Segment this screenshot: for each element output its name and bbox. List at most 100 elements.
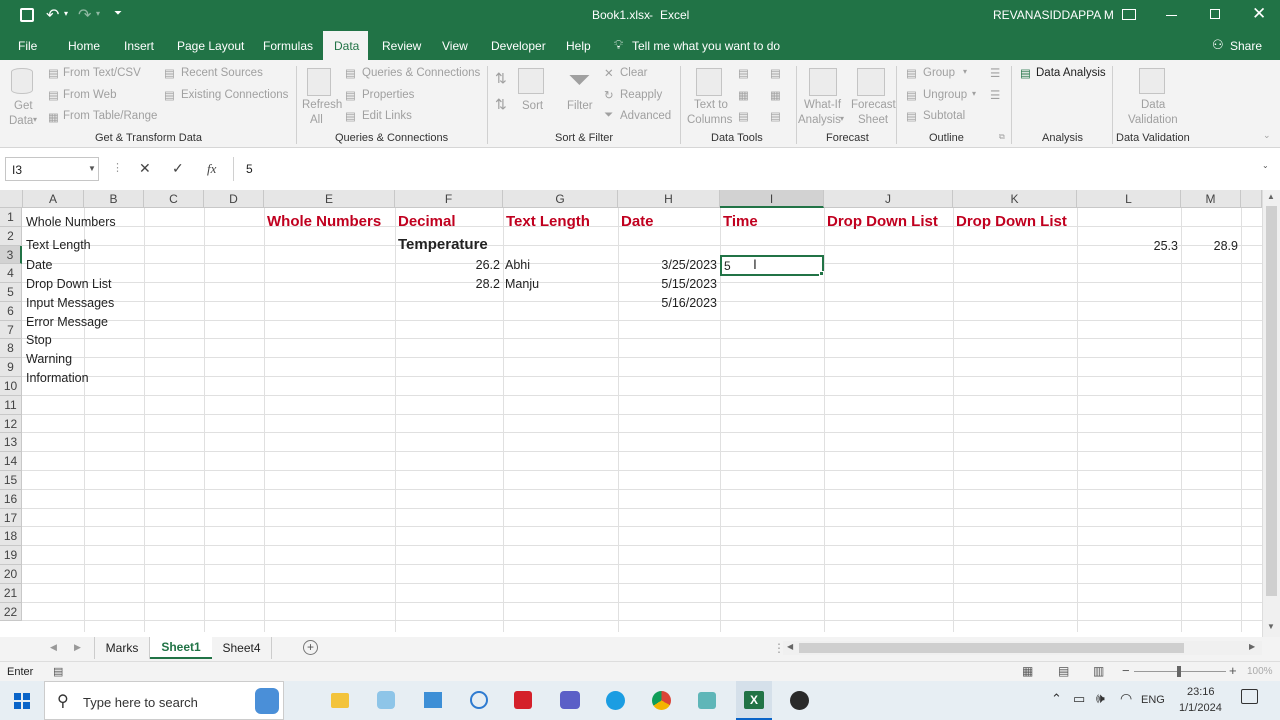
cell-g4[interactable]: Manju — [505, 277, 539, 291]
get-data-button[interactable]: Get — [14, 100, 33, 112]
zoom-out-icon[interactable]: − — [1122, 663, 1130, 678]
cell-a9[interactable]: Information — [26, 371, 89, 385]
cell-a1[interactable]: Whole Numbers — [26, 215, 116, 229]
data-validation-button-line2[interactable]: Validation — [1128, 114, 1178, 126]
column-header-a[interactable]: A — [23, 190, 84, 208]
clock-date[interactable]: 1/1/2024 — [1179, 702, 1222, 714]
row-header-20[interactable]: 20 — [0, 565, 22, 584]
remove-duplicates-icon[interactable]: ▦ — [738, 88, 749, 102]
clear-button[interactable]: Clear — [620, 67, 647, 79]
cancel-entry-icon[interactable]: ✕ — [139, 160, 151, 177]
tab-formulas[interactable]: Formulas — [263, 39, 313, 53]
from-text-csv-button[interactable]: From Text/CSV — [63, 67, 141, 79]
insert-function-icon[interactable]: fx — [207, 161, 216, 177]
tab-review[interactable]: Review — [382, 39, 421, 53]
row-header-15[interactable]: 15 — [0, 471, 22, 490]
what-if-dropdown-icon[interactable]: ▾ — [840, 114, 844, 123]
column-header-e[interactable]: E — [264, 190, 395, 208]
zoom-level[interactable]: 100% — [1247, 666, 1273, 677]
zoom-slider-thumb[interactable] — [1177, 666, 1181, 677]
acrobat-icon[interactable] — [514, 691, 532, 709]
formula-input[interactable]: 5 — [233, 157, 1275, 181]
expand-formula-bar-icon[interactable]: ⌄ — [1262, 161, 1269, 170]
cell-k1[interactable]: Drop Down List — [956, 213, 1067, 230]
redo-icon[interactable]: ↷ — [78, 5, 91, 25]
scroll-right-icon[interactable]: ▶ — [1249, 642, 1255, 651]
prev-sheet-icon[interactable]: ◀ — [50, 642, 57, 653]
scroll-down-icon[interactable]: ▼ — [1267, 622, 1275, 631]
refresh-all-button[interactable]: Refresh — [302, 99, 342, 111]
cell-a4[interactable]: Drop Down List — [26, 277, 111, 291]
page-layout-view-icon[interactable]: ▤ — [1058, 664, 1069, 678]
row-header-16[interactable]: 16 — [0, 490, 22, 509]
existing-connections-button[interactable]: Existing Connections — [181, 89, 288, 101]
properties-button[interactable]: Properties — [362, 89, 414, 101]
name-box[interactable]: I3 ▼ — [5, 157, 99, 181]
text-to-columns-button[interactable]: Text to — [694, 99, 728, 111]
subtotal-button[interactable]: Subtotal — [923, 110, 965, 122]
get-data-button-line2[interactable]: Data — [9, 115, 33, 127]
column-header-b[interactable]: B — [84, 190, 144, 208]
formula-bar-grip-icon[interactable]: ⋮ — [112, 161, 123, 174]
chrome-icon[interactable] — [652, 691, 671, 710]
worksheet-grid[interactable]: A B C D E F G H I J K L M 1 2 3 4 5 6 7 8 9 10 11 1… — [0, 190, 1262, 632]
tab-insert[interactable]: Insert — [124, 39, 154, 53]
scroll-left-icon[interactable]: ◀ — [787, 642, 793, 651]
share-button[interactable]: Share — [1230, 39, 1262, 53]
column-header-d[interactable]: D — [204, 190, 264, 208]
battery-icon[interactable]: ▭ — [1073, 691, 1085, 707]
sheet-tab-sheet4[interactable]: Sheet4 — [212, 637, 272, 659]
what-if-analysis-button-line2[interactable]: Analysis — [798, 114, 841, 126]
row-header-9[interactable]: 9 — [0, 358, 22, 377]
tell-me-search[interactable]: Tell me what you want to do — [632, 39, 780, 53]
column-header-c[interactable]: C — [144, 190, 204, 208]
manage-data-model-icon[interactable]: ▤ — [770, 109, 781, 123]
tab-data[interactable]: Data — [323, 31, 368, 60]
row-header-10[interactable]: 10 — [0, 377, 22, 396]
minimize-icon[interactable] — [1166, 15, 1177, 16]
hide-detail-icon[interactable]: ☰ — [990, 88, 1000, 102]
row-header-2[interactable]: 2 — [0, 227, 22, 246]
row-header-18[interactable]: 18 — [0, 527, 22, 546]
row-header-13[interactable]: 13 — [0, 433, 22, 452]
filter-button[interactable]: Filter — [567, 100, 593, 112]
row-header-22[interactable]: 22 — [0, 603, 22, 621]
notification-icon[interactable] — [1241, 689, 1258, 704]
show-hidden-icons[interactable]: ⌃ — [1051, 691, 1062, 707]
input-language[interactable]: ENG — [1141, 694, 1165, 706]
horizontal-scrollbar[interactable]: ◀ ▶ — [783, 641, 1262, 655]
column-header-f[interactable]: F — [395, 190, 503, 208]
sort-button[interactable]: Sort — [522, 100, 543, 112]
normal-view-icon[interactable]: ▦ — [1022, 664, 1033, 678]
column-header-g[interactable]: G — [503, 190, 618, 208]
app-icon-teal[interactable] — [698, 692, 716, 709]
text-to-columns-button-line2[interactable]: Columns — [687, 114, 732, 126]
customize-quick-access-icon[interactable]: ⏷ — [114, 8, 122, 19]
clock-time[interactable]: 23:16 — [1187, 686, 1215, 698]
ungroup-button[interactable]: Ungroup — [923, 89, 967, 101]
cell-h3[interactable]: 3/25/2023 — [618, 258, 717, 272]
recent-sources-button[interactable]: Recent Sources — [181, 67, 263, 79]
row-header-1[interactable]: 1 — [0, 208, 22, 227]
row-header-3[interactable]: 3 — [0, 246, 22, 264]
cell-a6[interactable]: Error Message — [26, 315, 108, 329]
cell-f1[interactable]: Decimal — [398, 213, 456, 230]
snipping-tool-icon[interactable] — [470, 691, 488, 709]
row-header-12[interactable]: 12 — [0, 415, 22, 433]
column-header-h[interactable]: H — [618, 190, 720, 208]
row-header-5[interactable]: 5 — [0, 283, 22, 302]
row-header-7[interactable]: 7 — [0, 321, 22, 339]
group-dropdown-icon[interactable]: ▾ — [963, 67, 967, 76]
cell-f3[interactable]: 26.2 — [395, 258, 500, 272]
fill-handle[interactable] — [819, 271, 824, 276]
sheet-tab-marks[interactable]: Marks — [94, 637, 150, 659]
page-break-view-icon[interactable]: ▥ — [1093, 664, 1104, 678]
cell-a3[interactable]: Date — [26, 258, 52, 272]
outline-dialog-launcher-icon[interactable]: ⧉ — [999, 132, 1005, 142]
undo-dropdown-icon[interactable]: ▾ — [64, 9, 68, 18]
cell-l2[interactable]: 25.3 — [1077, 239, 1178, 253]
volume-icon[interactable]: 🕪︎ — [1096, 690, 1105, 707]
cell-f2[interactable]: Temperature — [398, 236, 488, 253]
row-header-17[interactable]: 17 — [0, 509, 22, 527]
edge-icon[interactable] — [606, 691, 625, 710]
